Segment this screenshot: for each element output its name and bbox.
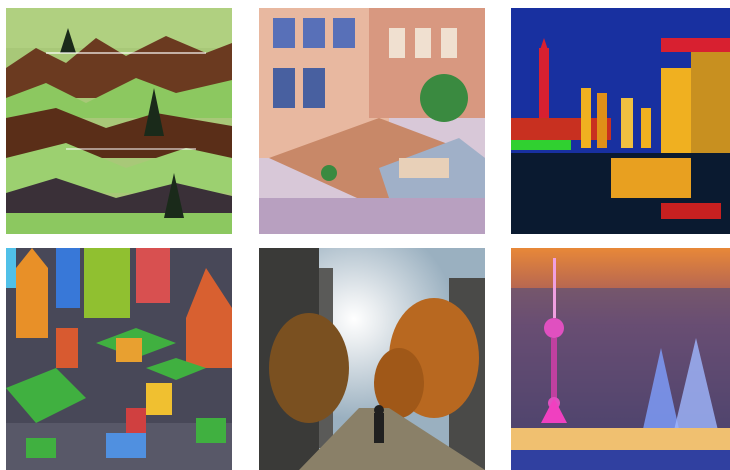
image-tile-pixel-skyline[interactable] [511,8,730,234]
pixel-forest-image [6,8,232,234]
pixel-skyline-image [511,8,730,234]
image-tile-isometric-city[interactable] [6,248,232,470]
street-photo-image [259,248,485,470]
pixel-tower-night-image [511,248,730,470]
image-tile-isometric-courtyard[interactable] [259,8,485,234]
image-tile-pixel-tower-night[interactable] [511,248,730,470]
image-tile-pixel-forest[interactable] [6,8,232,234]
image-tile-street-photo[interactable] [259,248,485,470]
isometric-city-image [6,248,232,470]
isometric-courtyard-image [259,8,485,234]
